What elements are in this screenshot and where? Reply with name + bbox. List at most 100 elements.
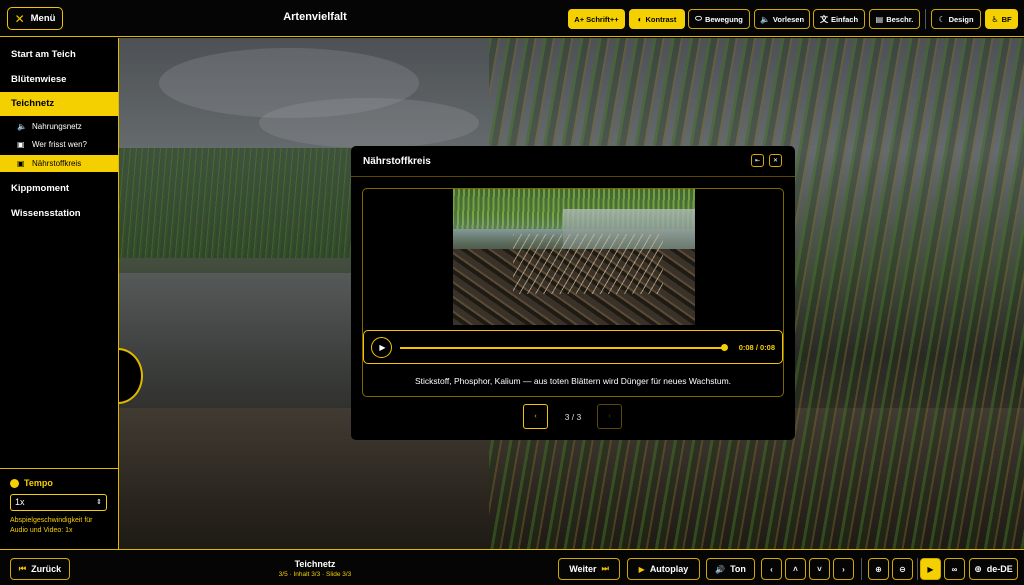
media-modal: Nährstoffkreis ⇤ ✕ ▶ 0:08 / 0:08 Stickst… [351,146,795,440]
speaker-icon: 🔈 [17,122,27,131]
simple-language-label: Einfach [830,14,859,24]
footer-divider [917,558,918,580]
speaker-icon: 🔊 [715,564,726,574]
back-button[interactable]: ⏮ Zurück [10,558,70,580]
zoom-out-button[interactable]: ⊖ [892,558,913,580]
nutrient-cycle-photo [453,189,695,325]
sound-button[interactable]: 🔊 Ton [706,558,755,580]
contrast-button[interactable]: ◐ Kontrast [629,9,685,29]
back-label: Zurück [31,564,62,574]
font-size-button[interactable]: A+ Schrift++ [568,9,625,29]
tempo-title: Tempo [24,478,53,488]
motion-button[interactable]: ⬭ Bewegung [688,9,750,29]
chevron-up-icon: ˄ [793,564,798,574]
media-caption: Stickstoff, Phosphor, Kalium — aus toten… [414,376,732,386]
modal-close-button[interactable]: ✕ [769,154,782,167]
play-button[interactable]: ▶ [371,337,392,358]
modal-content: ▶ 0:08 / 0:08 Stickstoff, Phosphor, Kali… [362,188,784,397]
language-label: de-DE [986,564,1013,574]
gallery-icon: ▣ [17,159,25,168]
accessibility-icon: ♿ [991,14,999,24]
play-box-icon: ▶ [927,564,934,574]
speaker-icon: 🔈 [759,14,770,24]
motion-label: Bewegung [704,14,743,24]
toolbar-divider [925,9,926,29]
simple-language-button[interactable]: 文 Einfach [813,9,865,29]
chevron-left-icon: ‹ [770,564,773,574]
read-aloud-button[interactable]: 🔈 Vorlesen [754,9,810,29]
breadcrumb-title: Teichnetz [294,559,336,569]
gallery-icon: ▣ [17,140,25,149]
tempo-value: 1x [15,497,25,507]
zoom-in-button[interactable]: ⊕ [868,558,889,580]
sidebar-item-bluetenwiese[interactable]: Blütenwiese [0,68,118,92]
photo-roots [513,234,663,294]
description-label: Beschr. [886,14,914,24]
progress-thumb[interactable] [721,344,728,351]
design-button[interactable]: ☾ Design [931,9,981,29]
design-label: Design [948,14,974,24]
motion-icon: ⬭ [695,14,702,23]
autoplay-label: Autoplay [649,564,689,574]
skip-back-icon: ⏮ [18,564,27,573]
close-icon: ✕ [772,158,779,164]
tempo-heading: Tempo [10,478,108,488]
chevron-updown-icon: ⇕ [96,499,102,506]
language-button[interactable]: ⊕ de-DE [969,558,1018,580]
sidebar-subitem-label: Nahrungsnetz [32,122,82,131]
modal-header: Nährstoffkreis ⇤ ✕ [351,146,795,177]
sidebar: Start am Teich Blütenwiese Teichnetz 🔈 N… [0,38,119,549]
progress-track[interactable] [400,347,725,349]
collapse-icon: ⇤ [754,158,761,164]
link-icon: ∞ [951,564,958,574]
skip-forward-icon: ⏭ [601,564,609,573]
sidebar-item-start-am-teich[interactable]: Start am Teich [0,43,118,67]
chevron-right-icon: › [608,413,611,420]
tempo-panel: Tempo 1x ⇕ Abspielgeschwindigkeit für Au… [0,468,118,536]
sidebar-subitem-label: Wer frisst wen? [32,140,87,149]
chevron-down-icon: ˅ [817,564,822,574]
accessibility-button[interactable]: ♿ BF [985,9,1018,29]
contrast-icon: ◐ [637,14,643,24]
next-button[interactable]: Weiter ⏭ [558,558,620,580]
link-button[interactable]: ∞ [944,558,965,580]
nav-up-button[interactable]: ˄ [785,558,806,580]
sidebar-subitem-wer-frisst-wen[interactable]: ▣ Wer frisst wen? [0,136,118,153]
read-aloud-label: Vorlesen [772,14,805,24]
slide-pager: ‹ 3 / 3 › [351,404,795,430]
contrast-label: Kontrast [645,14,677,24]
translate-icon: 文 [819,14,828,24]
document-icon: ▤ [875,14,884,24]
audio-player: ▶ 0:08 / 0:08 [363,330,783,364]
nav-right-button[interactable]: › [833,558,854,580]
autoplay-button[interactable]: ▶ Autoplay [627,558,700,580]
footer-divider [861,558,862,580]
nav-down-button[interactable]: ˅ [809,558,830,580]
zoom-in-icon: ⊕ [875,564,882,574]
sidebar-item-wissensstation[interactable]: Wissensstation [0,202,118,226]
sidebar-item-kippmoment[interactable]: Kippmoment [0,177,118,201]
play-icon: ▶ [379,343,386,352]
tempo-note: Abspielgeschwindigkeit für Audio und Vid… [10,517,93,534]
slide-count: 3 / 3 [564,412,582,422]
gauge-icon [10,478,19,488]
sidebar-item-teichnetz[interactable]: Teichnetz [0,92,118,116]
nav-left-button[interactable]: ‹ [761,558,782,580]
top-bar: ✕ Menü Artenvielfalt A+ Schrift++ ◐ Kont… [0,0,1024,37]
next-label: Weiter [569,564,597,574]
page-title: Artenvielfalt [283,11,347,23]
tempo-select[interactable]: 1x ⇕ [10,494,107,511]
font-size-label: A+ Schrift++ [574,14,619,24]
sidebar-subitem-naehrstoffkreis[interactable]: ▣ Nährstoffkreis [0,155,118,172]
globe-icon: ⊕ [974,563,982,574]
modal-expand-button[interactable]: ⇤ [751,154,764,167]
description-button[interactable]: ▤ Beschr. [869,9,920,29]
next-slide-button[interactable]: › [597,404,622,429]
moon-icon: ☾ [938,14,946,24]
bottom-bar: ⏮ Zurück Teichnetz 3/5 · Inhalt 3/3 · Sl… [0,549,1024,585]
play-box-icon: ▶ [638,564,645,574]
media-toggle-button[interactable]: ▶ [920,558,941,580]
playback-time: 0:08 / 0:08 [738,343,775,352]
sidebar-subitem-nahrungsnetz[interactable]: 🔈 Nahrungsnetz [0,118,118,135]
accessibility-label: BF [1001,14,1012,24]
